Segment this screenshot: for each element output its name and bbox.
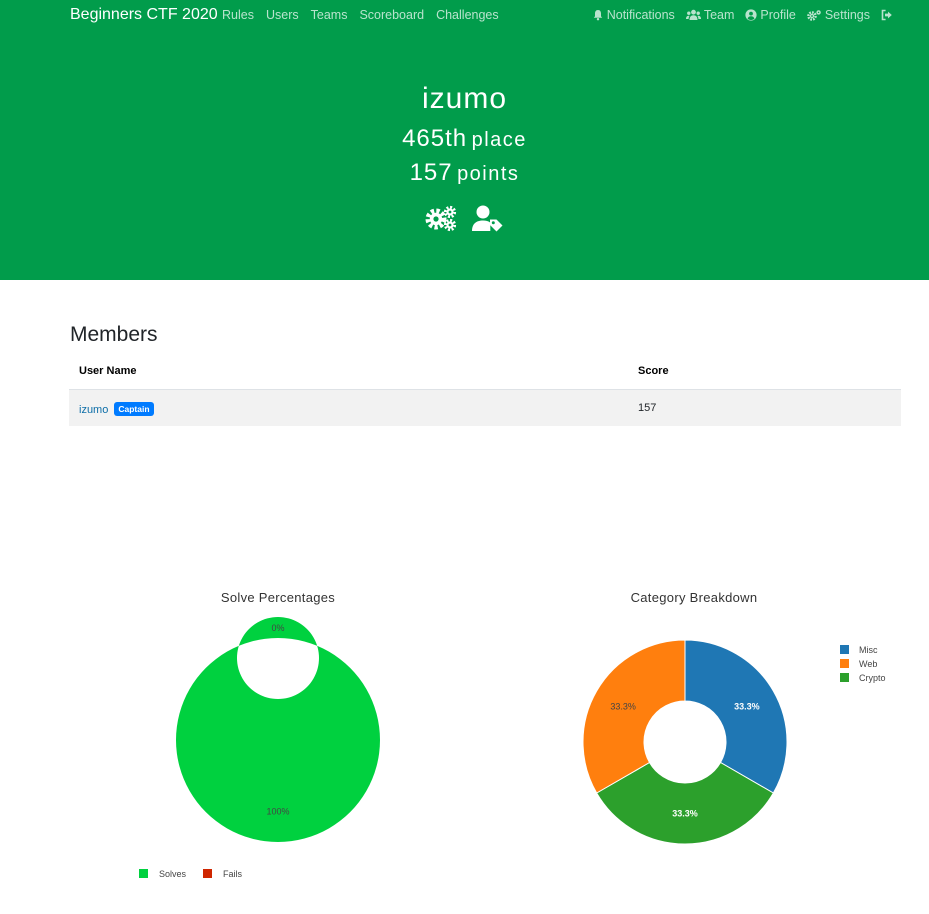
points-word: points (457, 163, 520, 185)
legend-swatch-crypto (840, 673, 849, 682)
legend-label-fails: Fails (223, 869, 243, 879)
column-header-user-name: User Name (79, 365, 137, 377)
nav-right: Notifications Team Profile Settings (592, 8, 893, 22)
legend-swatch-solves (139, 869, 148, 878)
slice-label-solves: 100% (266, 807, 289, 817)
slice-misc[interactable] (684, 639, 788, 794)
legend-label-misc: Misc (859, 645, 878, 655)
member-score: 157 (638, 402, 657, 414)
legend-item-fails[interactable]: Fails (203, 869, 243, 879)
member-cell: izumo Captain (79, 402, 154, 416)
nav-label-team: Team (703, 8, 735, 22)
team-header: Beginners CTF 2020 Rules Users Teams Sco… (0, 0, 929, 280)
nav-link-scoreboard[interactable]: Scoreboard (359, 8, 424, 22)
nav-left: Rules Users Teams Scoreboard Challenges (222, 8, 499, 22)
category-breakdown-chart: 33.3% 33.3% 33.3% Misc Web Crypto (582, 639, 886, 845)
slice-label-fails: 0% (271, 623, 284, 633)
place-word: place (471, 129, 527, 151)
nav-link-profile[interactable]: Profile (745, 8, 796, 22)
nav-link-users[interactable]: Users (266, 8, 299, 22)
nav-link-teams[interactable]: Teams (311, 8, 348, 22)
column-header-score: Score (638, 365, 669, 377)
user-circle-icon (745, 9, 757, 21)
slice-web[interactable] (582, 639, 686, 794)
nav-link-rules[interactable]: Rules (222, 8, 254, 22)
nav-label-notifications: Notifications (606, 8, 675, 22)
members-heading: Members (70, 323, 158, 346)
sign-out-icon (881, 9, 893, 21)
slice-label-web: 33.3% (610, 701, 636, 711)
nav-link-team[interactable]: Team (685, 8, 735, 22)
cogs-icon (807, 9, 822, 21)
place-number: 465th (402, 125, 468, 152)
legend-item-solves[interactable]: Solves (139, 869, 187, 879)
legend-swatch-web (840, 659, 849, 668)
bell-icon (592, 9, 604, 21)
nav-label-settings: Settings (824, 8, 870, 22)
legend-item-web[interactable]: Web (840, 659, 877, 669)
member-name-link[interactable]: izumo (79, 404, 108, 416)
solve-chart-title: Solve Percentages (220, 590, 336, 605)
navbar: Beginners CTF 2020 Rules Users Teams Sco… (0, 0, 929, 32)
nav-link-settings[interactable]: Settings (807, 8, 870, 22)
members-table: User Name Score izumo Captain 157 (69, 356, 901, 426)
users-icon (685, 9, 701, 21)
slice-label-crypto: 33.3% (672, 809, 698, 819)
captain-tag-icon[interactable] (471, 204, 504, 232)
legend-label-solves: Solves (159, 869, 187, 879)
category-chart-title: Category Breakdown (630, 590, 758, 605)
solve-percentages-chart: 100% 0% Solves Fails (139, 617, 380, 879)
legend-item-misc[interactable]: Misc (840, 645, 878, 655)
team-place: 465th place (0, 125, 929, 153)
team-points: 157 points (0, 159, 929, 187)
legend-label-crypto: Crypto (859, 673, 886, 683)
slice-label-misc: 33.3% (734, 701, 760, 711)
legend-label-web: Web (859, 659, 877, 669)
nav-link-notifications[interactable]: Notifications (592, 8, 675, 22)
legend-swatch-misc (840, 645, 849, 654)
nav-link-challenges[interactable]: Challenges (436, 8, 499, 22)
points-number: 157 (409, 159, 453, 186)
nav-link-logout[interactable] (881, 9, 893, 21)
nav-label-profile: Profile (760, 8, 796, 22)
team-actions (0, 204, 929, 232)
captain-badge: Captain (114, 402, 154, 416)
legend-swatch-fails (203, 869, 212, 878)
team-settings-icon[interactable] (425, 204, 458, 232)
table-row: izumo Captain 157 (69, 390, 901, 426)
brand-link[interactable]: Beginners CTF 2020 (70, 6, 218, 24)
team-name: izumo (421, 82, 508, 115)
legend-item-crypto[interactable]: Crypto (840, 673, 886, 683)
table-header-row: User Name Score (69, 356, 901, 390)
